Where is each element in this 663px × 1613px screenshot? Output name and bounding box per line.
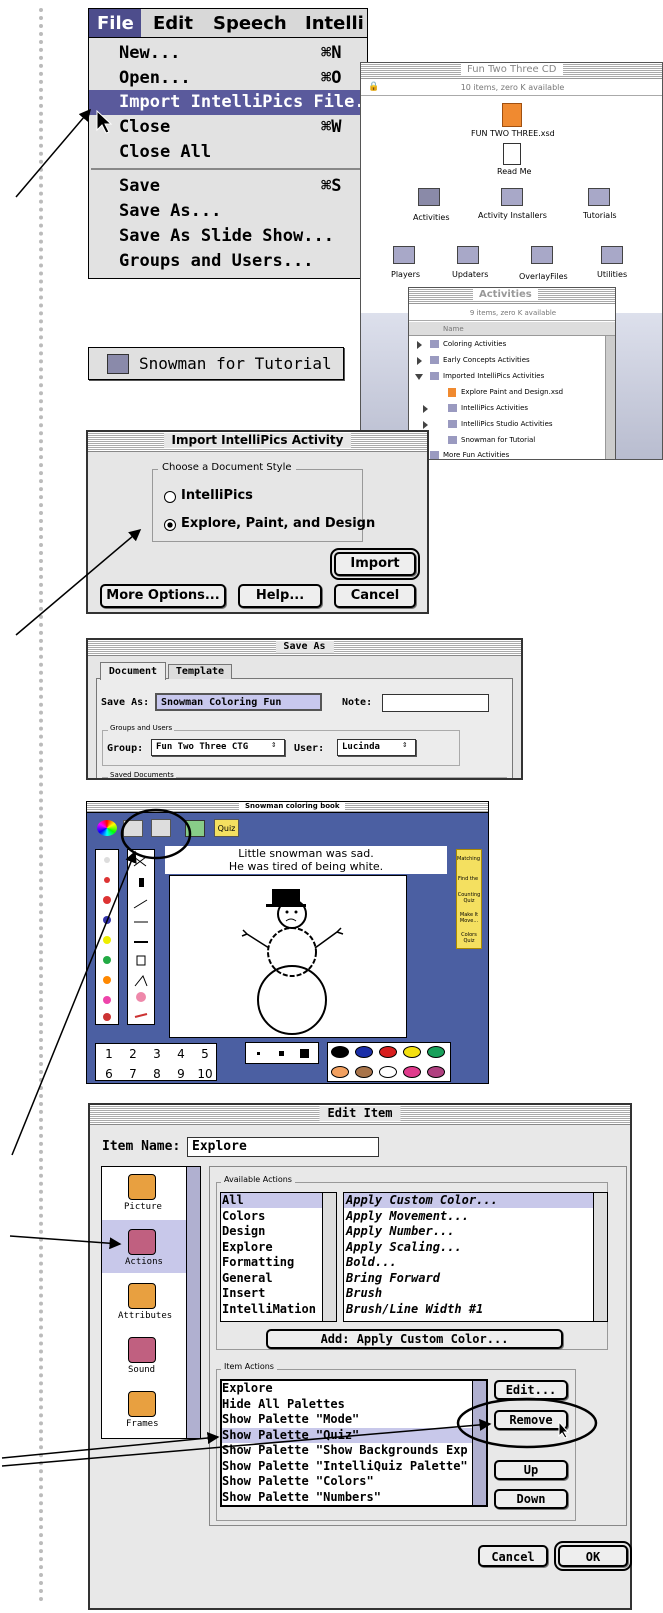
annotation-arrows [1, 108, 492, 1467]
